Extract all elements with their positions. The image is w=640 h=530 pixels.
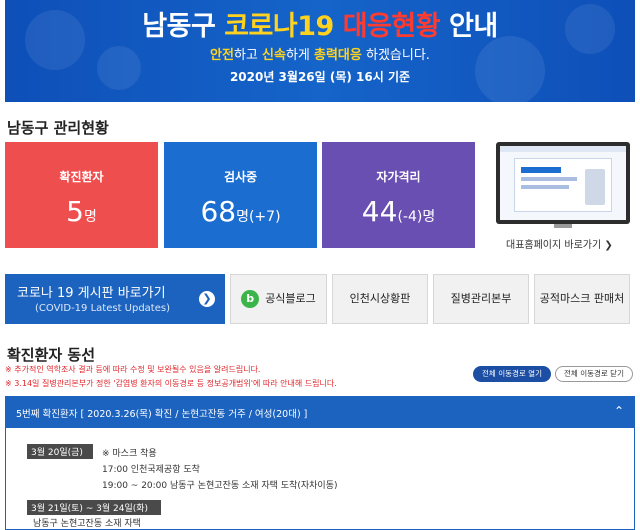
notice-1: ※ 추가적인 역학조사 결과 등에 따라 수정 및 보완될수 있음을 알려드립니… <box>5 365 261 374</box>
patient-panel-title: 5번째 확진환자 [ 2020.3.26(목) 확진 / 논현고잔동 거주 / … <box>16 409 308 420</box>
testing-value: 68명(+7) <box>200 195 281 228</box>
top-banner: 남동구 코로나19 대응현황 안내 안전하고 신속하게 총력대응 하겠습니다. … <box>5 0 635 102</box>
homepage-preview-monitor-icon[interactable] <box>496 142 630 224</box>
route-date-tag: 3월 20일(금) <box>27 444 93 459</box>
board-button-subtitle: (COVID-19 Latest Updates) <box>35 303 170 314</box>
chevron-right-icon: ❯ <box>199 291 215 307</box>
covid-board-button[interactable]: 코로나 19 게시판 바로가기 (COVID-19 Latest Updates… <box>5 274 225 324</box>
route-line: 19:00 ~ 20:00 남동구 논현고잔동 소재 자택 도착(자차이동) <box>102 481 338 491</box>
close-all-routes-button[interactable]: 전체 이동경로 닫기 <box>555 366 633 382</box>
quarantine-card: 자가격리 44(-4)명 <box>322 142 475 248</box>
quarantine-value: 44(-4)명 <box>361 195 436 228</box>
monitor-stand <box>554 224 572 228</box>
homepage-preview-screen <box>500 146 626 220</box>
route-date-tag: 3월 21일(토) ~ 3월 24일(화) <box>27 500 161 515</box>
route-line: 17:00 인천국제공항 도착 <box>102 465 200 475</box>
incheon-status-link[interactable]: 인천시상황판 <box>332 274 428 324</box>
patient-panel-header[interactable]: 5번째 확진환자 [ 2020.3.26(목) 확진 / 논현고잔동 거주 / … <box>6 397 634 428</box>
quarantine-label: 자가격리 <box>376 170 421 184</box>
reference-date: 2020년 3월26일 (목) 16시 기준 <box>229 70 411 84</box>
official-blog-link[interactable]: b 공식블로그 <box>230 274 327 324</box>
confirmed-label: 확진환자 <box>59 170 104 184</box>
testing-card: 검사중 68명(+7) <box>164 142 317 248</box>
banner-subtitle: 안전하고 신속하게 총력대응 하겠습니다. <box>210 48 430 63</box>
mask-store-link[interactable]: 공적마스크 판매처 <box>534 274 630 324</box>
route-line: ※ 마스크 착용 <box>102 449 157 459</box>
board-button-title: 코로나 19 게시판 바로가기 <box>17 286 166 301</box>
chevron-up-icon[interactable]: ⌃ <box>614 404 624 418</box>
notice-2: ※ 3.14일 질병관리본부가 정한 '감염병 환자의 이동경로 등 정보공개범… <box>5 379 337 388</box>
page-title: 남동구 코로나19 대응현황 안내 <box>142 11 498 42</box>
management-heading: 남동구 관리현황 <box>7 119 109 137</box>
testing-label: 검사중 <box>223 170 258 184</box>
homepage-link[interactable]: 대표홈페이지 바로가기 ❯ <box>506 236 613 251</box>
open-all-routes-button[interactable]: 전체 이동경로 열기 <box>473 366 551 382</box>
route-line: 남동구 논현고잔동 소재 자택 <box>33 519 141 529</box>
confirmed-card: 확진환자 5명 <box>5 142 158 248</box>
confirmed-value: 5명 <box>66 195 97 228</box>
route-heading: 확진환자 동선 <box>7 346 96 364</box>
kdca-link[interactable]: 질병관리본부 <box>433 274 529 324</box>
blog-icon: b <box>241 290 260 308</box>
